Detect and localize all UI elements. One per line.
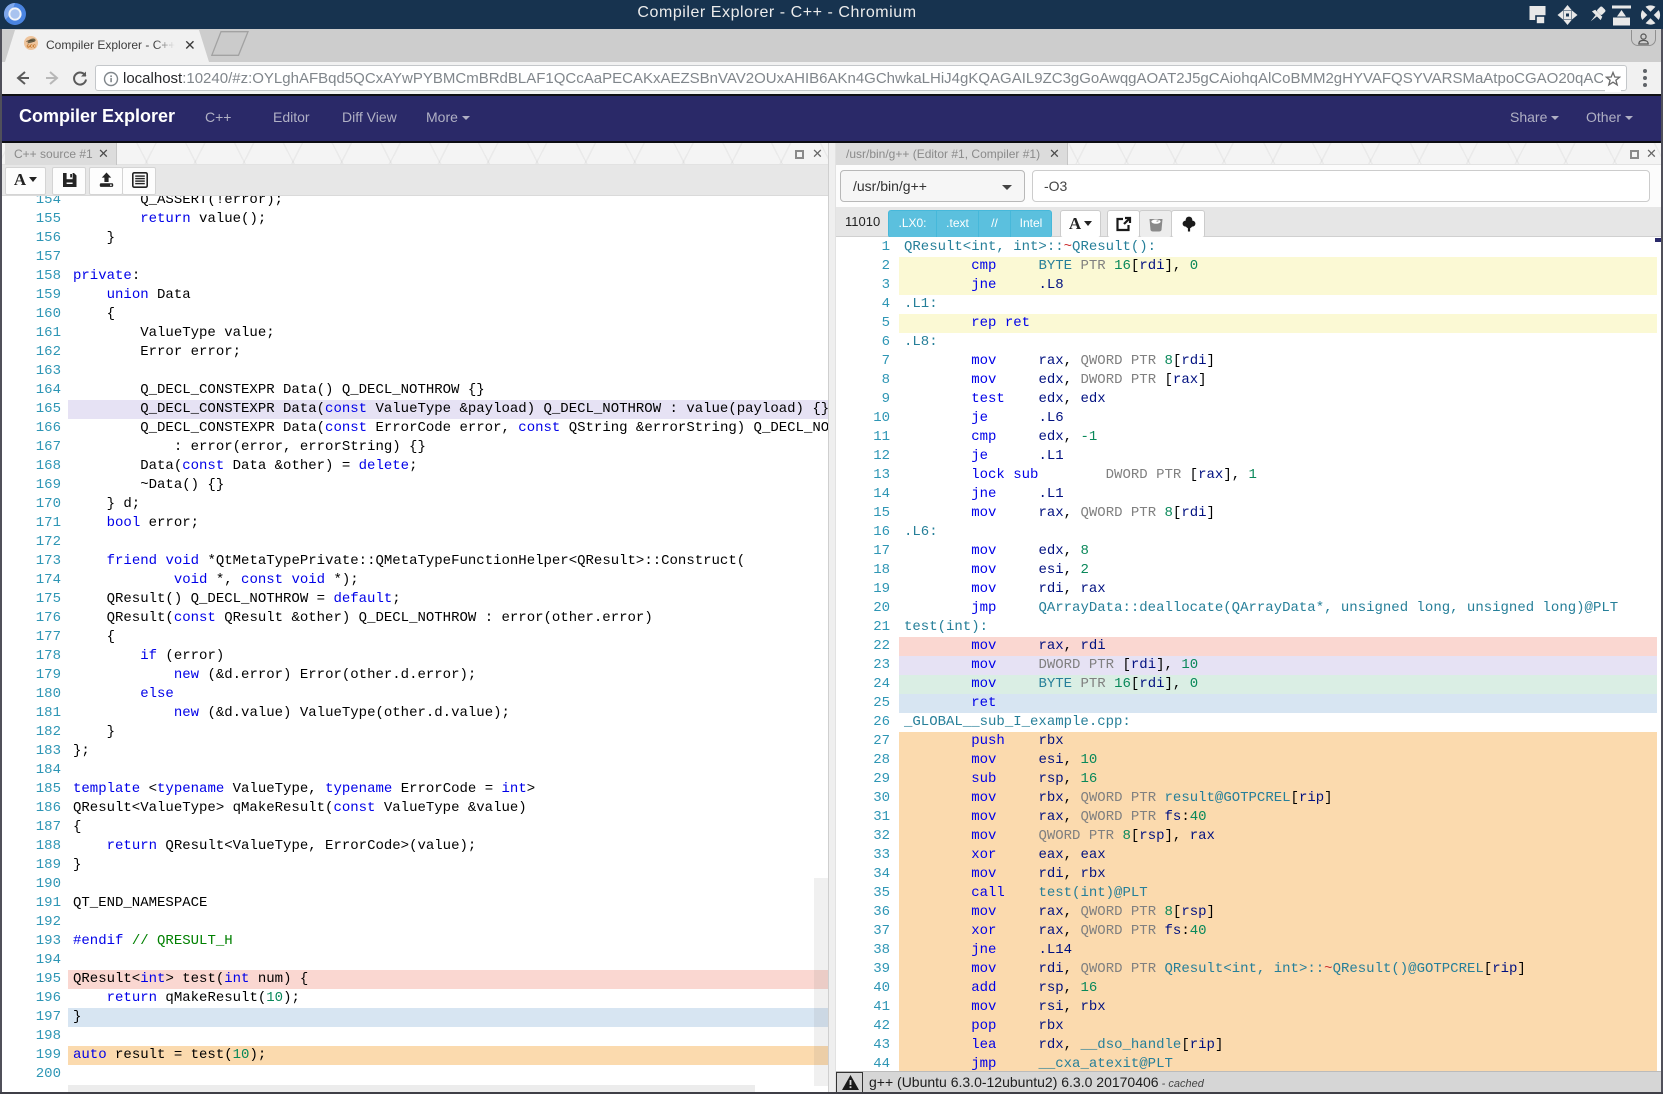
svg-text:GCC: GCC — [27, 44, 36, 49]
